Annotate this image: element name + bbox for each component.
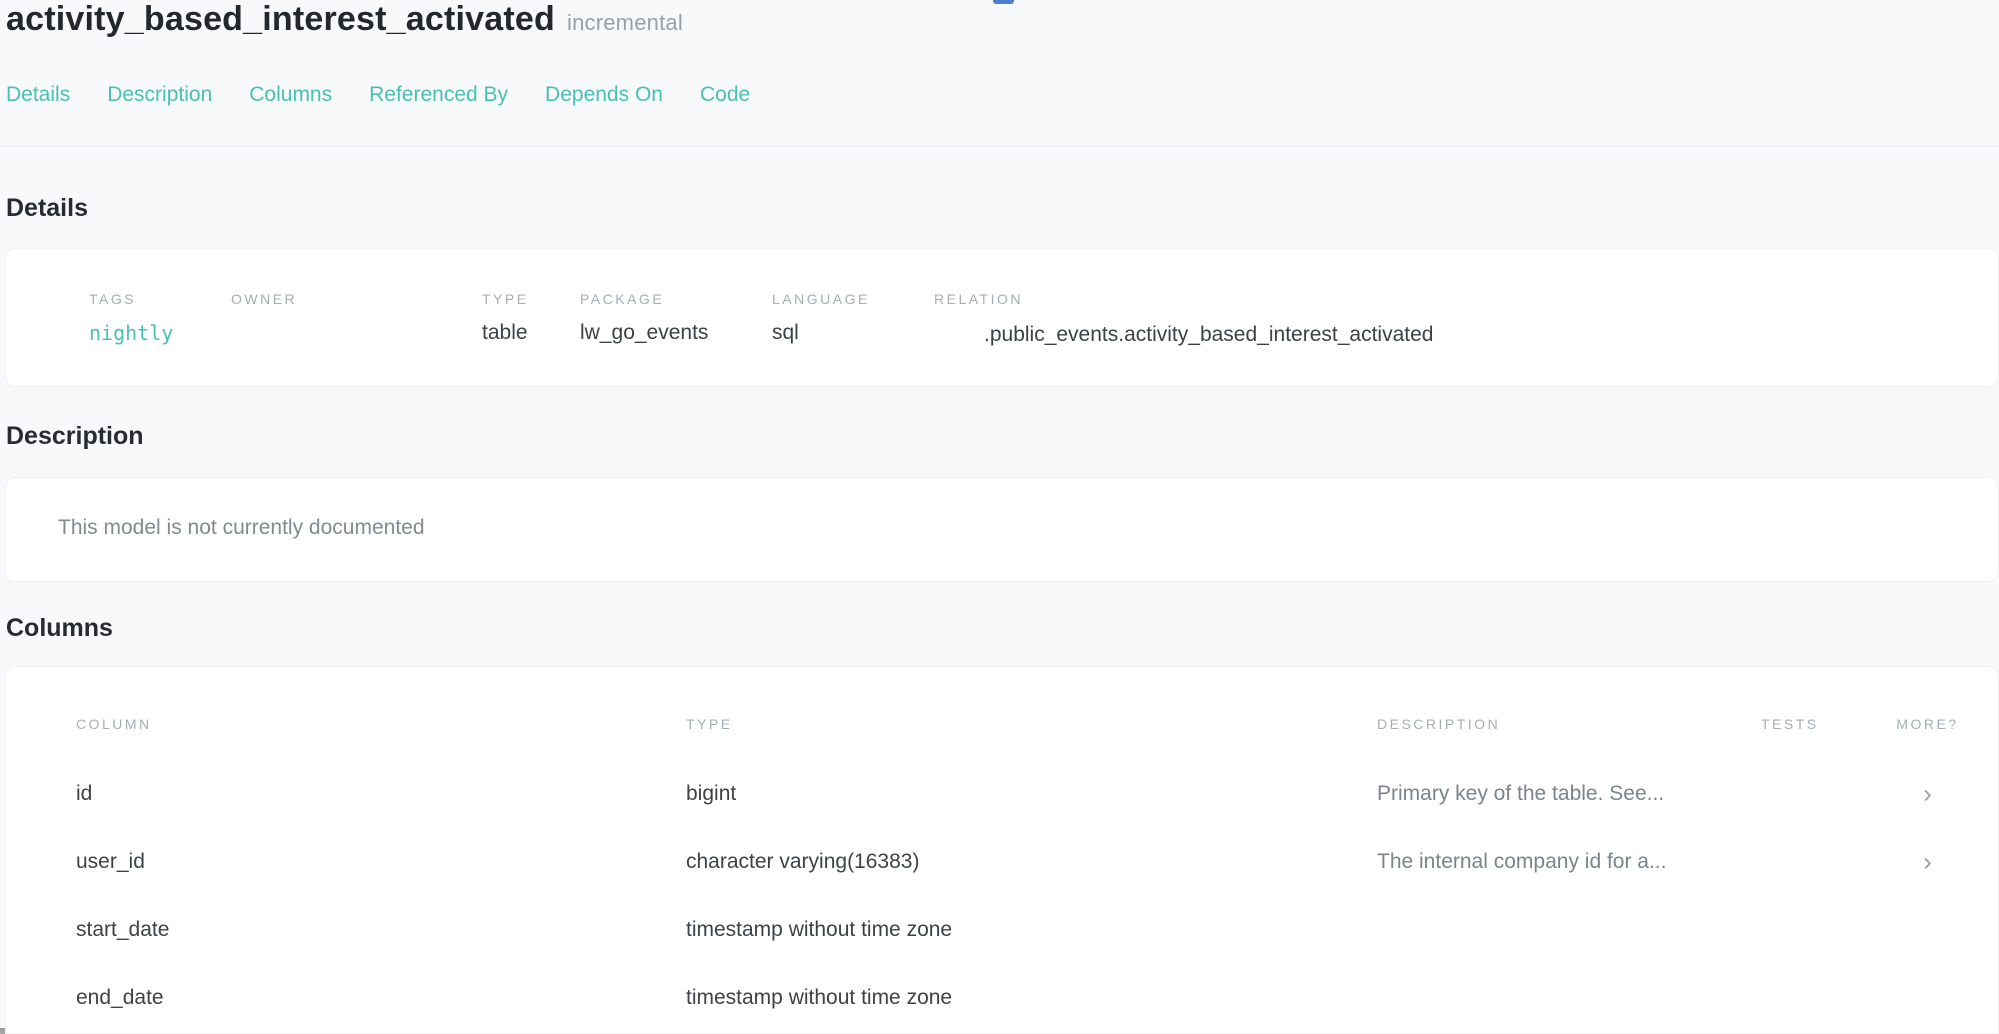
package-value: lw_go_events [580, 321, 708, 345]
columns-section-heading: Columns [6, 614, 113, 643]
table-row[interactable]: start_date timestamp without time zone [6, 896, 1998, 964]
expand-row-chevron-icon[interactable]: › [1889, 847, 1966, 878]
column-type: timestamp without time zone [686, 986, 952, 1010]
column-header-description: DESCRIPTION [1377, 716, 1500, 732]
table-row[interactable]: end_date timestamp without time zone [6, 964, 1998, 1032]
column-header-tests: TESTS [1761, 716, 1819, 732]
tab-referenced-by[interactable]: Referenced By [369, 83, 508, 107]
materialization-badge: incremental [567, 10, 683, 35]
detail-field-package: PACKAGE lw_go_events [580, 291, 708, 345]
detail-field-tags: TAGS nightly [89, 291, 173, 345]
column-header-more: MORE? [1889, 716, 1966, 732]
tab-columns[interactable]: Columns [249, 83, 332, 107]
column-description: The internal company id for a... [1377, 850, 1666, 874]
type-label: TYPE [482, 291, 529, 307]
column-type: character varying(16383) [686, 850, 919, 874]
column-name: id [76, 782, 92, 806]
table-row[interactable]: id bigint Primary key of the table. See.… [6, 760, 1998, 828]
column-name: start_date [76, 918, 169, 942]
column-type: timestamp without time zone [686, 918, 952, 942]
language-value: sql [772, 321, 870, 345]
details-section-heading: Details [6, 194, 88, 223]
tags-label: TAGS [89, 291, 173, 307]
tab-code[interactable]: Code [700, 83, 750, 107]
column-header-type: TYPE [686, 716, 733, 732]
description-text: This model is not currently documented [58, 516, 425, 540]
model-docs-page: activity_based_interest_activated increme… [0, 0, 1999, 1034]
language-label: LANGUAGE [772, 291, 870, 307]
package-label: PACKAGE [580, 291, 708, 307]
model-name: activity_based_interest_activated [6, 0, 555, 38]
columns-table-body: id bigint Primary key of the table. See.… [6, 760, 1998, 1032]
column-name: end_date [76, 986, 164, 1010]
details-card: TAGS nightly OWNER TYPE table PACKAGE lw… [5, 248, 1999, 387]
tab-depends-on[interactable]: Depends On [545, 83, 663, 107]
description-card: This model is not currently documented [5, 477, 1999, 582]
columns-table-header: COLUMN TYPE DESCRIPTION TESTS MORE? [6, 716, 1998, 736]
page-title: activity_based_interest_activated increme… [6, 0, 683, 39]
detail-field-language: LANGUAGE sql [772, 291, 870, 345]
column-description: Primary key of the table. See... [1377, 782, 1664, 806]
detail-field-owner: OWNER [231, 291, 297, 321]
owner-label: OWNER [231, 291, 297, 307]
detail-field-relation: RELATION .public_events.activity_based_i… [934, 291, 1433, 347]
column-type: bigint [686, 782, 736, 806]
detail-field-type: TYPE table [482, 291, 529, 345]
tab-details[interactable]: Details [6, 83, 70, 107]
column-name: user_id [76, 850, 145, 874]
type-value: table [482, 321, 529, 345]
relation-label: RELATION [934, 291, 1433, 307]
expand-row-chevron-icon[interactable]: › [1889, 779, 1966, 810]
clipped-top-element [993, 0, 1014, 4]
column-header-column: COLUMN [76, 716, 152, 732]
table-row[interactable]: user_id character varying(16383) The int… [6, 828, 1998, 896]
description-section-heading: Description [6, 422, 144, 451]
section-nav: Details Description Columns Referenced B… [6, 83, 750, 107]
header-divider [0, 146, 1999, 147]
tag-nightly[interactable]: nightly [89, 321, 173, 345]
relation-value: .public_events.activity_based_interest_a… [984, 323, 1433, 347]
tab-description[interactable]: Description [107, 83, 212, 107]
columns-card: COLUMN TYPE DESCRIPTION TESTS MORE? id b… [5, 666, 1999, 1034]
